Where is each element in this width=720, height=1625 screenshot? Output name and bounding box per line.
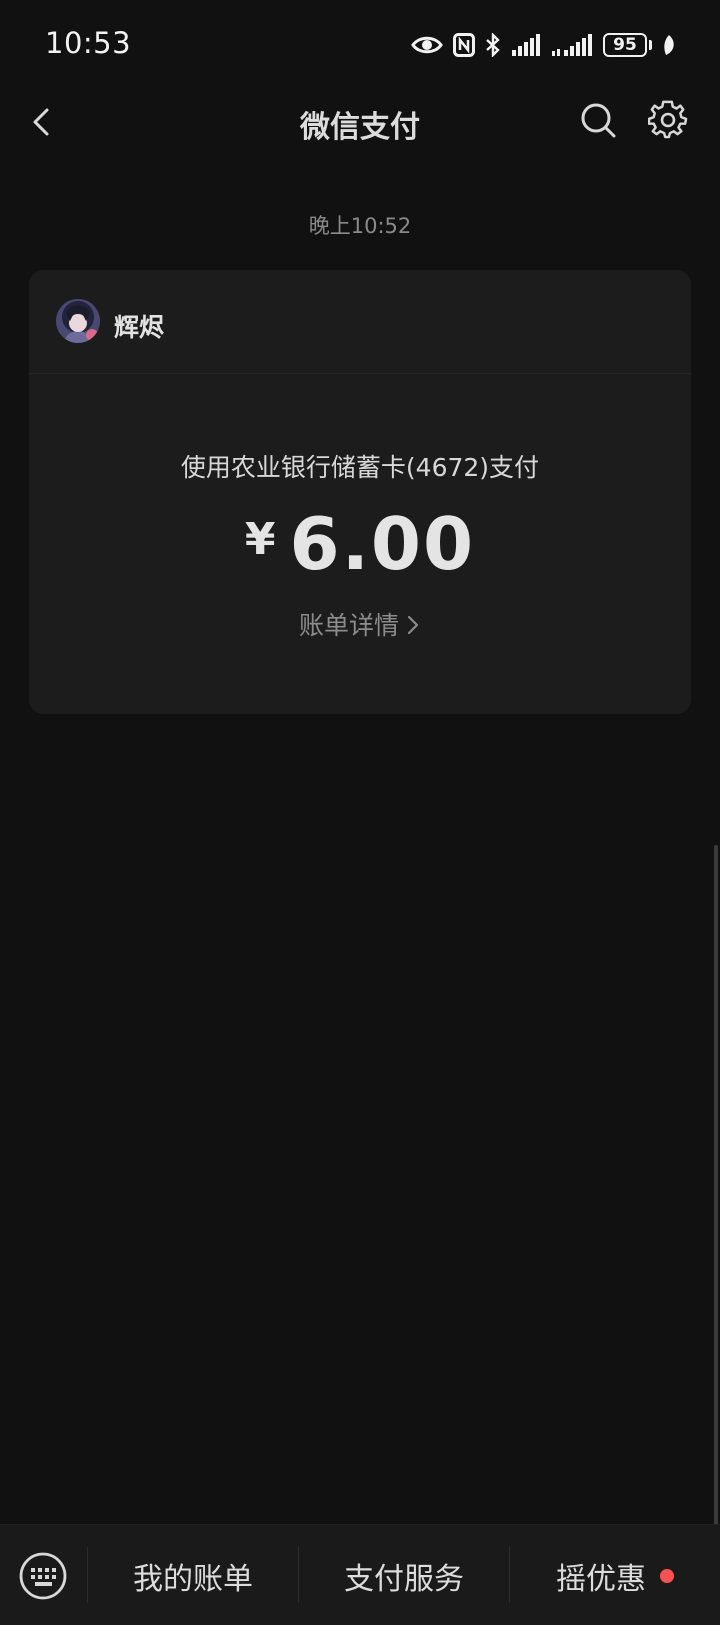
menu-shake-discount[interactable]: 摇优惠 [510, 1525, 720, 1625]
status-icons: 95 [411, 30, 676, 60]
keyboard-button[interactable] [18, 1551, 68, 1601]
status-time: 10:53 [45, 26, 132, 60]
bill-detail-label: 账单详情 [298, 611, 399, 640]
eye-icon [411, 36, 443, 54]
bottom-menu-bar: 我的账单 支付服务 摇优惠 [0, 1524, 720, 1625]
menu-label: 支付服务 [344, 1561, 464, 1597]
menu-pay-services[interactable]: 支付服务 [299, 1525, 509, 1625]
merchant-name: 辉烬 [114, 313, 165, 342]
payment-card[interactable]: 辉烬 使用农业银行储蓄卡(4672)支付 ¥ 6.00 账单详情 [29, 270, 691, 714]
menu-label: 我的账单 [133, 1561, 253, 1597]
settings-button[interactable] [647, 100, 688, 140]
bluetooth-icon [486, 33, 500, 57]
payment-method-text: 使用农业银行储蓄卡(4672)支付 [180, 453, 540, 482]
avatar-image [56, 299, 100, 343]
signal-icon [552, 34, 592, 56]
notification-dot [660, 1568, 674, 1583]
status-bar: 10:53 95 [0, 0, 720, 90]
signal-icon [512, 34, 540, 56]
search-icon [581, 103, 616, 138]
avatar [56, 299, 100, 343]
card-header: 辉烬 [29, 270, 691, 374]
search-button[interactable] [578, 100, 618, 140]
keyboard-icon [19, 1552, 67, 1600]
currency-symbol: ¥ [244, 514, 276, 565]
menu-label: 摇优惠 [556, 1561, 646, 1597]
message-timestamp: 晚上10:52 [308, 214, 412, 238]
payment-amount: ¥ 6.00 [29, 502, 691, 586]
wechat-pay-screen: 10:53 95 微信支付 晚上10:52 辉烬 使用农业银行储蓄卡(4672)… [0, 0, 720, 1625]
battery-level: 95 [603, 33, 647, 57]
bill-detail-link[interactable]: 账单详情 [29, 606, 691, 642]
nfc-icon [453, 33, 475, 57]
chevron-right-icon [405, 613, 421, 642]
nav-bar: 微信支付 [0, 90, 720, 154]
gear-icon [647, 100, 688, 139]
battery-icon: 95 [603, 33, 652, 57]
menu-my-bills[interactable]: 我的账单 [88, 1525, 298, 1625]
leaf-icon [664, 35, 674, 55]
scrollbar[interactable] [714, 845, 718, 1525]
amount-value: 6.00 [289, 502, 476, 586]
